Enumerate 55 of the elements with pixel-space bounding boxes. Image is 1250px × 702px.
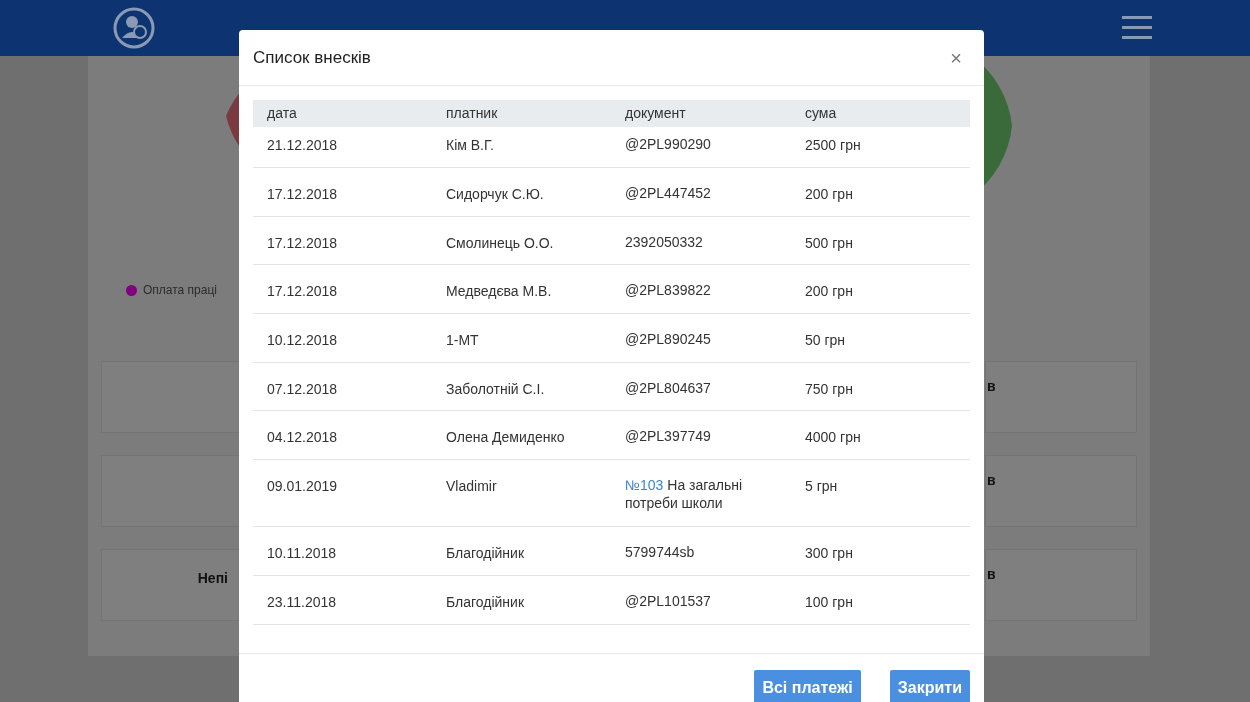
table-cell-text: 10.11.2018	[267, 544, 338, 564]
table-cell-text: 5 грн	[805, 477, 839, 497]
table-cell-text: 200 грн	[805, 282, 854, 302]
card-heading: в	[986, 565, 996, 584]
table-cell-text: 1-МТ	[446, 331, 480, 351]
table-cell-text: 09.01.2019	[267, 477, 339, 497]
table-cell-text: 04.12.2018	[267, 428, 339, 448]
table-cell-text: 750 грн	[805, 379, 854, 399]
column-header: сума	[805, 104, 838, 123]
table-cell-text: 300 грн	[805, 544, 854, 564]
column-header: платник	[446, 104, 499, 123]
card-heading: Непі	[197, 568, 228, 588]
dialog-title: Список внесків	[253, 46, 371, 69]
table-cell-text: @2PL101537	[625, 591, 712, 610]
table-cell-text: 21.12.2018	[267, 136, 339, 155]
table-cell-text: 50 грн	[805, 331, 847, 351]
table-cell-text: №103 На загальні потреби школи	[625, 476, 744, 513]
table-cell-text: 2500 грн	[805, 136, 862, 155]
column-header: дата	[267, 104, 298, 123]
table-cell-text: 17.12.2018	[267, 185, 339, 204]
table-cell-text: 100 грн	[805, 592, 854, 612]
close-button[interactable]: ×	[942, 42, 970, 73]
footer-button[interactable]: Закрити	[889, 669, 970, 702]
column-header: документ	[625, 104, 687, 123]
table-cell-text: Смолинець О.О.	[446, 233, 555, 253]
table-cell-text: Сидорчук С.Ю.	[446, 185, 545, 204]
table-cell-text: Благодійник	[446, 592, 526, 612]
table-cell-text: 5799744sb	[625, 543, 696, 562]
table-cell-text: 17.12.2018	[267, 233, 339, 253]
table-cell-text: 10.12.2018	[267, 331, 339, 351]
table-cell-text: Олена Демиденко	[446, 428, 566, 448]
footer-button[interactable]: Всі платежі	[754, 669, 861, 702]
table-cell-text: 4000 грн	[805, 428, 862, 448]
legend-label: Оплата праці	[143, 282, 217, 299]
card-heading: в	[986, 377, 996, 396]
table-cell-text: 200 грн	[805, 185, 854, 204]
table-cell-text: 23.11.2018	[267, 592, 338, 612]
table-cell-text: @2PL990290	[625, 135, 712, 153]
table-cell-text: @2PL890245	[625, 330, 712, 349]
table-cell-text: 17.12.2018	[267, 282, 339, 302]
card-heading: в	[986, 471, 996, 490]
table-cell-text: 07.12.2018	[267, 379, 339, 399]
table-cell-text: @2PL397749	[625, 427, 712, 446]
menu-icon[interactable]	[1122, 15, 1152, 41]
table-cell-text: Благодійник	[446, 544, 526, 564]
table-cell-text: Vladimir	[446, 477, 498, 497]
table-cell-text: Медведєва М.В.	[446, 282, 553, 302]
document-link[interactable]: №103	[625, 477, 664, 494]
table-cell-text: @2PL839822	[625, 281, 712, 300]
table-cell-text: 2392050332	[625, 232, 704, 251]
table-cell-text: Кім В.Г.	[446, 136, 495, 155]
table-cell-text: 500 грн	[805, 233, 854, 253]
table-cell-text: Заболотній С.І.	[446, 379, 546, 399]
table-cell-text: @2PL447452	[625, 184, 712, 202]
table-cell-text: @2PL804637	[625, 378, 712, 397]
